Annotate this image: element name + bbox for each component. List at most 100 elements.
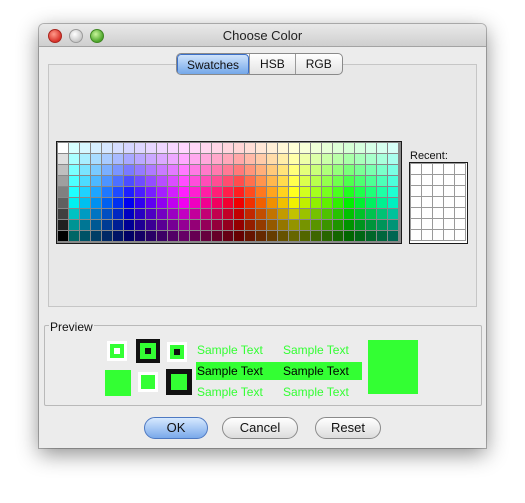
color-swatch[interactable] xyxy=(157,231,167,241)
color-swatch[interactable] xyxy=(355,220,365,230)
color-swatch[interactable] xyxy=(267,176,277,186)
color-swatch[interactable] xyxy=(388,154,398,164)
recent-swatch[interactable] xyxy=(421,163,433,175)
color-swatch[interactable] xyxy=(190,198,200,208)
color-swatch[interactable] xyxy=(322,198,332,208)
color-swatch[interactable] xyxy=(377,187,387,197)
recent-swatch[interactable] xyxy=(443,229,455,241)
reset-button[interactable]: Reset xyxy=(315,417,381,439)
color-swatch[interactable] xyxy=(168,198,178,208)
color-swatch[interactable] xyxy=(157,143,167,153)
recent-swatch[interactable] xyxy=(443,207,455,219)
color-swatch[interactable] xyxy=(344,176,354,186)
color-swatch[interactable] xyxy=(278,187,288,197)
color-swatch[interactable] xyxy=(179,231,189,241)
color-swatch[interactable] xyxy=(278,198,288,208)
color-swatch[interactable] xyxy=(201,154,211,164)
color-swatch[interactable] xyxy=(344,220,354,230)
color-swatch[interactable] xyxy=(234,198,244,208)
recent-swatch[interactable] xyxy=(410,229,422,241)
color-swatch[interactable] xyxy=(278,165,288,175)
color-swatch[interactable] xyxy=(333,187,343,197)
color-swatch[interactable] xyxy=(267,198,277,208)
color-swatch[interactable] xyxy=(388,165,398,175)
tab-rgb[interactable]: RGB xyxy=(294,54,342,74)
color-swatch[interactable] xyxy=(91,143,101,153)
color-swatch[interactable] xyxy=(388,231,398,241)
color-swatch[interactable] xyxy=(355,198,365,208)
color-swatch[interactable] xyxy=(267,154,277,164)
color-swatch[interactable] xyxy=(300,231,310,241)
color-swatch[interactable] xyxy=(91,154,101,164)
color-swatch[interactable] xyxy=(201,143,211,153)
color-swatch[interactable] xyxy=(201,198,211,208)
color-swatch[interactable] xyxy=(223,209,233,219)
color-swatch[interactable] xyxy=(91,231,101,241)
color-swatch[interactable] xyxy=(124,231,134,241)
color-swatch[interactable] xyxy=(201,231,211,241)
color-swatch[interactable] xyxy=(256,143,266,153)
recent-swatch[interactable] xyxy=(443,185,455,197)
color-swatch[interactable] xyxy=(300,176,310,186)
color-swatch[interactable] xyxy=(157,165,167,175)
color-swatch[interactable] xyxy=(201,220,211,230)
color-swatch[interactable] xyxy=(355,143,365,153)
color-swatch[interactable] xyxy=(58,220,68,230)
color-swatch[interactable] xyxy=(256,209,266,219)
recent-swatch[interactable] xyxy=(454,229,466,241)
color-swatch[interactable] xyxy=(245,143,255,153)
color-swatch[interactable] xyxy=(168,143,178,153)
color-swatch[interactable] xyxy=(58,165,68,175)
color-swatch[interactable] xyxy=(157,209,167,219)
color-swatch[interactable] xyxy=(80,154,90,164)
color-swatch[interactable] xyxy=(102,198,112,208)
ok-button[interactable]: OK xyxy=(144,417,208,439)
color-swatch[interactable] xyxy=(267,143,277,153)
color-swatch[interactable] xyxy=(124,176,134,186)
recent-swatch[interactable] xyxy=(421,185,433,197)
color-swatch[interactable] xyxy=(146,143,156,153)
color-swatch[interactable] xyxy=(168,231,178,241)
color-swatch[interactable] xyxy=(168,187,178,197)
color-swatch[interactable] xyxy=(267,187,277,197)
color-swatch[interactable] xyxy=(135,176,145,186)
color-swatch[interactable] xyxy=(322,165,332,175)
color-swatch[interactable] xyxy=(58,143,68,153)
color-swatch[interactable] xyxy=(278,176,288,186)
recent-swatch[interactable] xyxy=(432,207,444,219)
color-swatch[interactable] xyxy=(311,198,321,208)
recent-swatch[interactable] xyxy=(454,163,466,175)
color-swatch[interactable] xyxy=(69,187,79,197)
color-swatch[interactable] xyxy=(289,154,299,164)
color-swatch[interactable] xyxy=(223,198,233,208)
color-swatch[interactable] xyxy=(377,220,387,230)
color-swatch[interactable] xyxy=(311,154,321,164)
color-swatch[interactable] xyxy=(366,176,376,186)
color-swatch[interactable] xyxy=(179,165,189,175)
color-swatch[interactable] xyxy=(102,209,112,219)
color-swatch[interactable] xyxy=(168,154,178,164)
color-swatch[interactable] xyxy=(366,165,376,175)
color-swatch[interactable] xyxy=(322,176,332,186)
color-swatch[interactable] xyxy=(124,198,134,208)
color-swatch[interactable] xyxy=(377,165,387,175)
color-swatch[interactable] xyxy=(135,154,145,164)
color-swatch[interactable] xyxy=(377,209,387,219)
color-swatch[interactable] xyxy=(135,187,145,197)
color-swatch[interactable] xyxy=(201,209,211,219)
color-swatch[interactable] xyxy=(366,154,376,164)
color-swatch[interactable] xyxy=(245,209,255,219)
color-swatch[interactable] xyxy=(190,154,200,164)
color-swatch[interactable] xyxy=(124,154,134,164)
color-swatch[interactable] xyxy=(333,165,343,175)
recent-swatch[interactable] xyxy=(432,218,444,230)
color-swatch[interactable] xyxy=(69,209,79,219)
color-swatch[interactable] xyxy=(223,220,233,230)
color-swatch[interactable] xyxy=(91,220,101,230)
color-swatch[interactable] xyxy=(80,187,90,197)
color-swatch[interactable] xyxy=(146,165,156,175)
color-swatch[interactable] xyxy=(278,220,288,230)
color-swatch[interactable] xyxy=(333,231,343,241)
color-swatch[interactable] xyxy=(135,165,145,175)
color-swatch[interactable] xyxy=(289,220,299,230)
